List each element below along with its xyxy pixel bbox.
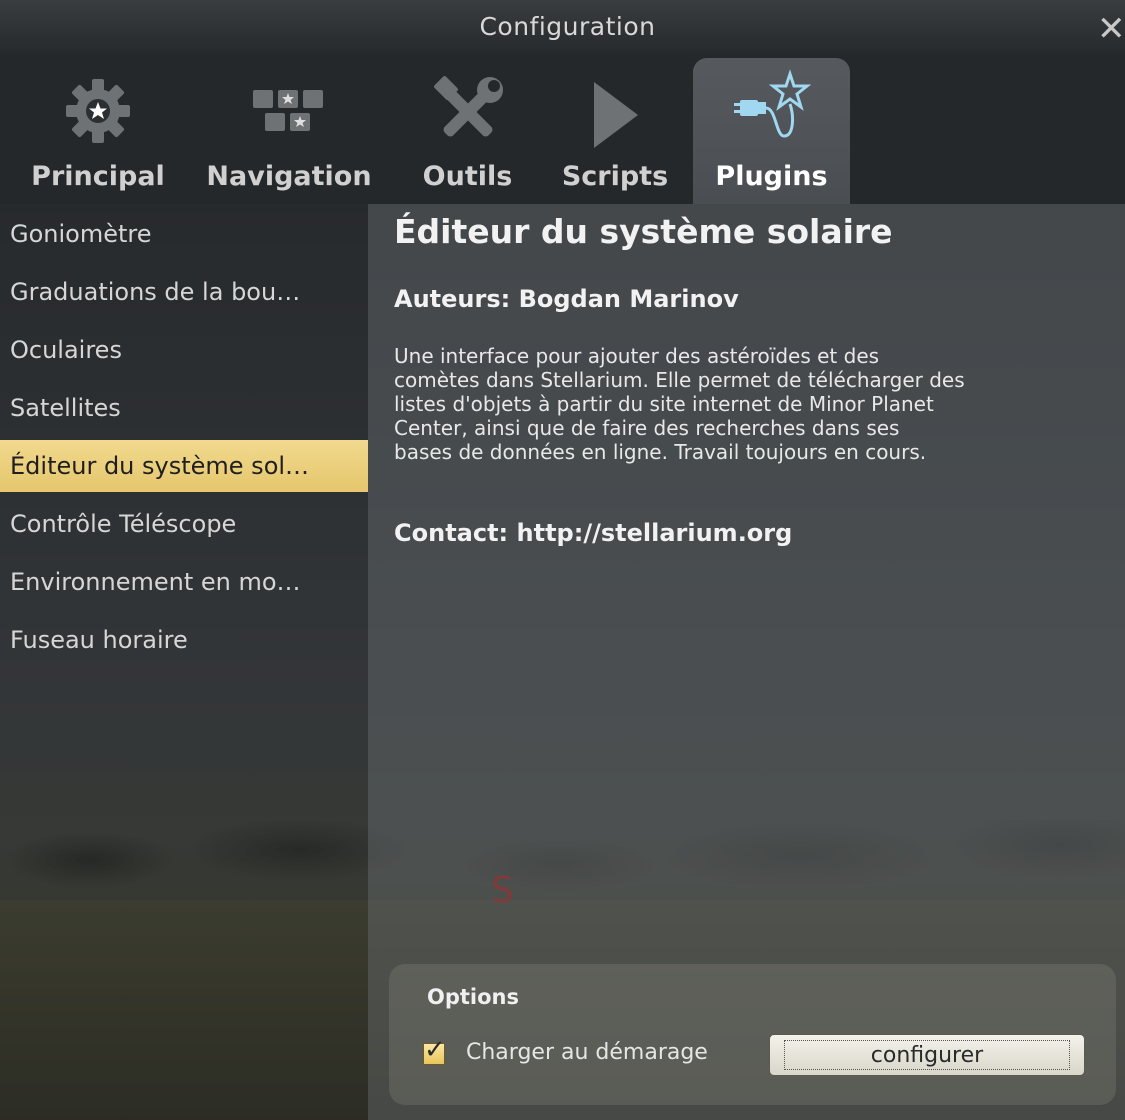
close-icon[interactable]: ✕: [1097, 8, 1125, 50]
plugin-list-item-selected[interactable]: Éditeur du système sol…: [0, 440, 368, 492]
configuration-window: Configuration ✕ Principal Navigation Out…: [0, 0, 1125, 1120]
description-line: comètes dans Stellarium. Elle permet de …: [394, 368, 965, 392]
tab-navigation[interactable]: Navigation: [205, 58, 373, 204]
plug-star-icon: [732, 66, 812, 150]
plugin-list-item[interactable]: Oculaires: [0, 324, 368, 376]
window-title: Configuration: [479, 12, 656, 41]
description-line: Une interface pour ajouter des astéroïde…: [394, 344, 880, 368]
compass-south-label: S: [491, 870, 514, 911]
plugin-list-item[interactable]: Fuseau horaire: [0, 614, 368, 666]
tab-scripts[interactable]: Scripts: [555, 58, 675, 204]
tab-label: Outils: [422, 161, 513, 192]
plugin-authors: Auteurs: Bogdan Marinov: [394, 285, 739, 313]
plugin-list-item[interactable]: Goniomètre: [0, 208, 368, 260]
tab-label: Plugins: [715, 161, 828, 192]
options-title: Options: [427, 985, 519, 1009]
plugin-list-item[interactable]: Graduations de la bou…: [0, 266, 368, 318]
tab-principal[interactable]: Principal: [18, 58, 178, 204]
plugin-list-item[interactable]: Satellites: [0, 382, 368, 434]
configure-button-label: configurer: [784, 1040, 1070, 1070]
description-line: listes d'objets à partir du site interne…: [394, 392, 934, 416]
tab-strip: Principal Navigation Outils Scripts Plug…: [0, 58, 1125, 204]
plugin-list-item[interactable]: Contrôle Téléscope: [0, 498, 368, 550]
description-line: Center, ainsi que de faire des recherche…: [394, 416, 900, 440]
tab-outils[interactable]: Outils: [410, 58, 525, 204]
plugin-list-item[interactable]: Environnement en mo…: [0, 556, 368, 608]
configure-button[interactable]: configurer: [769, 1034, 1085, 1076]
plugin-title: Éditeur du système solaire: [394, 212, 893, 251]
plugin-description: Une interface pour ajouter des astéroïde…: [394, 344, 1114, 464]
load-at-startup-label[interactable]: Charger au démarage: [466, 1040, 708, 1065]
checkmark-icon: ✓: [424, 1035, 446, 1065]
description-line: bases de données en ligne. Travail toujo…: [394, 440, 927, 464]
plugin-contact: Contact: http://stellarium.org: [394, 519, 793, 547]
plugin-list: Goniomètre Graduations de la bou… Oculai…: [0, 204, 368, 1120]
tab-label: Principal: [31, 161, 165, 192]
navigation-grid-icon: [251, 88, 327, 140]
gear-star-icon: [63, 76, 133, 150]
tab-label: Scripts: [561, 161, 669, 192]
tab-plugins[interactable]: Plugins: [693, 58, 850, 204]
tools-icon: [430, 76, 506, 150]
tab-label: Navigation: [206, 161, 372, 192]
title-bar: Configuration ✕: [0, 0, 1125, 58]
play-icon: [590, 80, 640, 154]
